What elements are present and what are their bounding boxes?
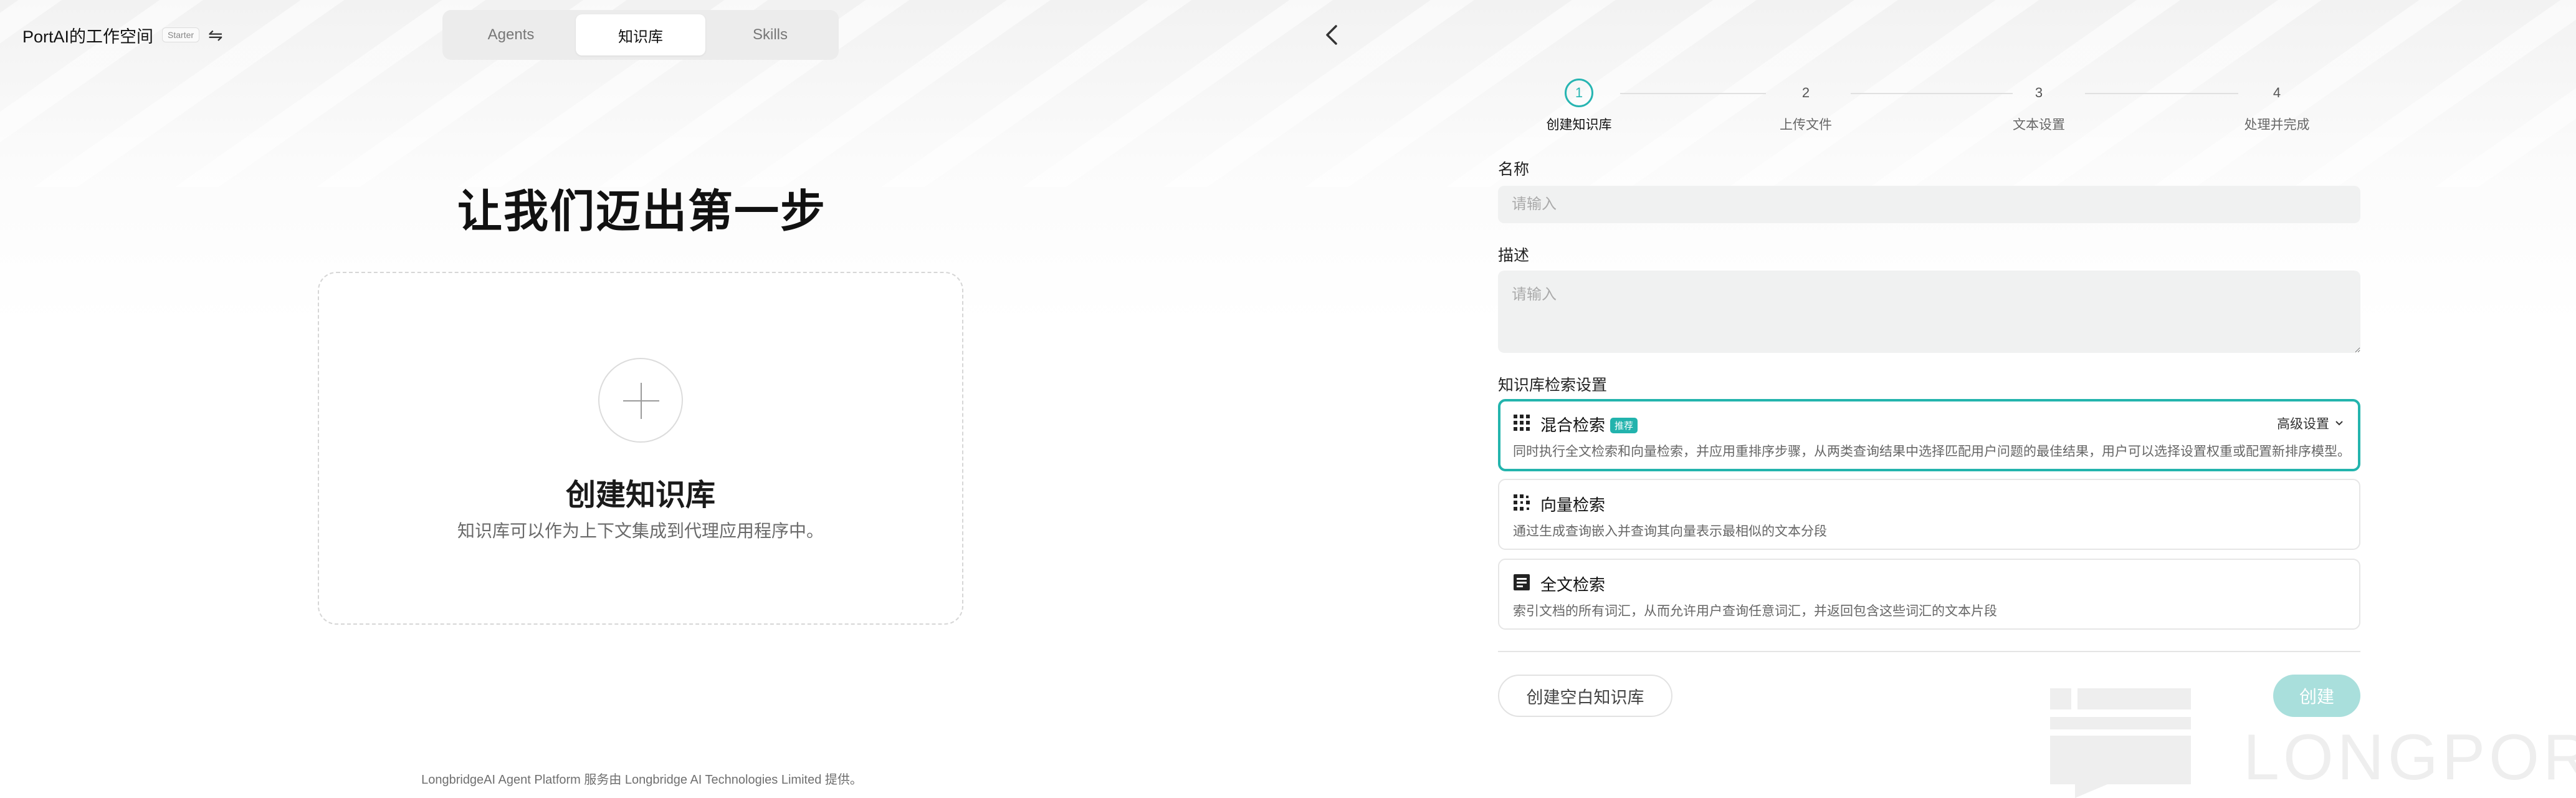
step-number: 1 bbox=[1565, 79, 1593, 107]
option-title: 全文检索 bbox=[1540, 575, 1606, 594]
tab-knowledge-base[interactable]: 知识库 bbox=[576, 14, 705, 55]
create-knowledge-base-card[interactable]: 创建知识库 知识库可以作为上下文集成到代理应用程序中。 bbox=[318, 272, 963, 625]
grid-dots-icon bbox=[1514, 415, 1530, 431]
card-title: 创建知识库 bbox=[565, 479, 715, 512]
advanced-settings-toggle[interactable]: 高级设置 bbox=[2277, 414, 2344, 433]
step-label: 创建知识库 bbox=[1546, 118, 1612, 132]
svg-text:LONGPORT: LONGPORT bbox=[2243, 721, 2576, 794]
advanced-settings-label: 高级设置 bbox=[2277, 417, 2329, 431]
option-vector-search[interactable]: 向量检索 通过生成查询嵌入并查询其向量表示最相似的文本分段 bbox=[1498, 479, 2360, 550]
step-create-kb: 1 创建知识库 bbox=[1517, 79, 1641, 133]
option-hybrid-search[interactable]: 混合检索 推荐 高级设置 同时执行全文检索和向量检索，并应用重排序步骤，从两类查询… bbox=[1498, 399, 2360, 471]
option-title: 混合检索 推荐 bbox=[1540, 413, 1638, 436]
retrieval-settings-label: 知识库检索设置 bbox=[1498, 377, 1608, 394]
step-text-settings: 3 文本设置 bbox=[1977, 79, 2101, 133]
main-nav-tabs: Agents 知识库 Skills bbox=[442, 10, 839, 60]
option-description: 索引文档的所有词汇，从而允许用户查询任意词汇，并返回包含这些词汇的文本片段 bbox=[1513, 604, 1997, 618]
step-label: 处理并完成 bbox=[2244, 118, 2310, 132]
step-number: 2 bbox=[1801, 85, 1810, 100]
step-process-finish: 4 处理并完成 bbox=[2215, 79, 2339, 133]
name-label: 名称 bbox=[1498, 161, 1530, 178]
description-textarea[interactable] bbox=[1498, 271, 2360, 353]
vector-dots-icon bbox=[1514, 494, 1530, 511]
option-description: 通过生成查询嵌入并查询其向量表示最相似的文本分段 bbox=[1513, 524, 1827, 539]
recommended-badge: 推荐 bbox=[1610, 417, 1638, 433]
switch-arrows-icon[interactable]: ⇋ bbox=[208, 25, 222, 46]
chevron-down-icon bbox=[2335, 421, 2343, 426]
step-number: 4 bbox=[2273, 85, 2281, 100]
description-label: 描述 bbox=[1498, 247, 1530, 264]
longport-watermark-logo: LONGPORT bbox=[2050, 688, 2576, 798]
page-title: 让我们迈出第一步 bbox=[457, 187, 826, 237]
document-text-icon bbox=[1514, 574, 1530, 590]
tab-agents[interactable]: Agents bbox=[446, 14, 576, 55]
tab-skills[interactable]: Skills bbox=[705, 14, 835, 55]
step-upload-files: 2 上传文件 bbox=[1744, 79, 1868, 133]
option-description: 同时执行全文检索和向量检索，并应用重排序步骤，从两类查询结果中选择匹配用户问题的… bbox=[1513, 445, 2350, 459]
option-title: 向量检索 bbox=[1540, 496, 1606, 514]
back-chevron-icon[interactable] bbox=[1321, 22, 1343, 47]
option-full-text-search[interactable]: 全文检索 索引文档的所有词汇，从而允许用户查询任意词汇，并返回包含这些词汇的文本… bbox=[1498, 559, 2360, 630]
workspace-header: PortAI的工作空间 Starter ⇋ bbox=[22, 22, 223, 47]
name-input[interactable] bbox=[1498, 186, 2360, 223]
step-label: 文本设置 bbox=[2013, 118, 2065, 132]
plan-badge: Starter bbox=[162, 27, 200, 42]
step-number: 3 bbox=[2035, 85, 2043, 100]
create-empty-kb-button[interactable]: 创建空白知识库 bbox=[1498, 675, 1672, 717]
footer-text: LongbridgeAI Agent Platform 服务由 Longbrid… bbox=[421, 773, 862, 787]
workspace-title: PortAI的工作空间 bbox=[22, 27, 154, 46]
plus-icon bbox=[598, 358, 683, 443]
step-label: 上传文件 bbox=[1780, 118, 1832, 132]
form-divider bbox=[1498, 651, 2360, 652]
card-description: 知识库可以作为上下文集成到代理应用程序中。 bbox=[457, 521, 824, 541]
